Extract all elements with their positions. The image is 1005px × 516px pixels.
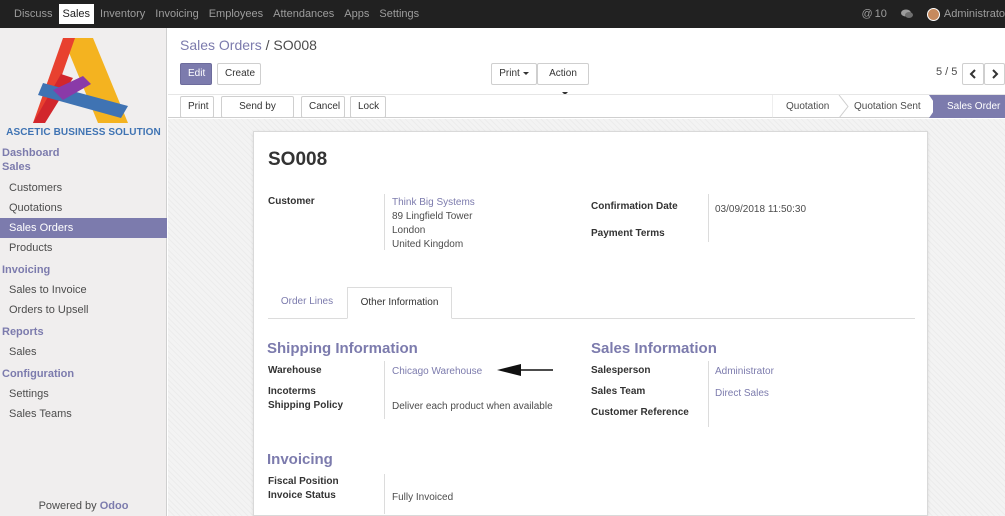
- create-button[interactable]: Create: [217, 63, 261, 85]
- user-name: Administrato: [943, 8, 1005, 20]
- menu-settings[interactable]: Settings: [375, 4, 423, 24]
- sidebar-item-quotations[interactable]: Quotations: [0, 198, 167, 218]
- invoice-status-label: Invoice Status: [268, 490, 336, 501]
- menu-discuss[interactable]: Discuss: [10, 4, 57, 24]
- activity-count: 10: [874, 8, 887, 20]
- menu-inventory[interactable]: Inventory: [96, 4, 149, 24]
- address-line-2: London: [392, 225, 426, 236]
- sidebar: ASCETIC BUSINESS SOLUTION Dashboard Sale…: [0, 28, 167, 516]
- shipping-policy-value[interactable]: Deliver each product when available: [392, 400, 553, 414]
- stage-quotation-sent[interactable]: Quotation Sent: [854, 95, 921, 118]
- customer-link[interactable]: Think Big Systems: [392, 196, 475, 210]
- sidebar-nav: Dashboard Sales Customers Quotations Sal…: [0, 146, 167, 424]
- breadcrumb: Sales Orders / SO008: [180, 37, 317, 53]
- field-separator: [708, 361, 709, 427]
- company-logo: [33, 38, 128, 123]
- cancel-button[interactable]: Cancel: [301, 96, 345, 118]
- sidebar-item-settings[interactable]: Settings: [0, 384, 167, 404]
- action-dropdown[interactable]: Action: [537, 63, 589, 95]
- record-title: SO008: [268, 149, 328, 170]
- powered-prefix: Powered by: [38, 500, 100, 512]
- customer-label: Customer: [268, 196, 315, 207]
- address-line-3: United Kingdom: [392, 239, 464, 250]
- incoterms-label: Incoterms: [268, 386, 316, 397]
- sales-information-heading: Sales Information: [591, 340, 717, 357]
- top-navbar: Discuss Sales Inventory Invoicing Employ…: [0, 0, 1005, 28]
- sidebar-item-sales-orders[interactable]: Sales Orders: [0, 218, 167, 238]
- app-menu: Discuss Sales Inventory Invoicing Employ…: [10, 0, 425, 28]
- field-separator: [384, 194, 385, 250]
- field-separator: [384, 361, 385, 419]
- warehouse-link[interactable]: Chicago Warehouse: [392, 365, 482, 379]
- invoice-status-value: Fully Invoiced: [392, 492, 454, 503]
- shipping-policy-label: Shipping Policy: [268, 400, 344, 411]
- annotation-arrow-icon: [497, 364, 553, 376]
- caret-down-icon: [522, 71, 529, 75]
- chevron-left-icon: [969, 69, 976, 79]
- send-by-email-button[interactable]: Send by Email: [221, 96, 294, 132]
- sidebar-section-invoicing[interactable]: Invoicing: [0, 263, 167, 277]
- systray: @ 10 Administrato: [861, 0, 1005, 28]
- chat-icon[interactable]: [900, 9, 913, 19]
- next-record-button[interactable]: [984, 63, 1005, 85]
- warehouse-label: Warehouse: [268, 365, 322, 376]
- payment-terms-label: Payment Terms: [591, 228, 665, 239]
- breadcrumb-current: SO008: [273, 37, 317, 53]
- menu-sales[interactable]: Sales: [58, 4, 95, 24]
- print-dropdown-label: Print: [499, 68, 520, 79]
- tab-order-lines[interactable]: Order Lines: [268, 287, 346, 319]
- salesperson-link[interactable]: Administrator: [715, 365, 774, 379]
- odoo-link[interactable]: Odoo: [100, 500, 129, 512]
- company-name: ASCETIC BUSINESS SOLUTION: [6, 127, 161, 138]
- sales-team-link[interactable]: Direct Sales: [715, 387, 769, 401]
- powered-by: Powered by Odoo: [0, 500, 167, 512]
- sidebar-section-sales[interactable]: Sales: [0, 160, 167, 174]
- sidebar-item-reports-sales[interactable]: Sales: [0, 342, 167, 362]
- sidebar-section-configuration[interactable]: Configuration: [0, 367, 167, 381]
- menu-apps[interactable]: Apps: [340, 4, 373, 24]
- stage-sales-order: Sales Order: [933, 95, 1005, 118]
- status-bar: Print Send by Email Cancel Lock Quotatio…: [168, 94, 1005, 132]
- menu-attendances[interactable]: Attendances: [269, 4, 338, 24]
- sidebar-item-orders-to-upsell[interactable]: Orders to Upsell: [0, 300, 167, 320]
- fiscal-position-label: Fiscal Position: [268, 476, 339, 487]
- edit-button[interactable]: Edit: [180, 63, 212, 85]
- field-separator: [708, 194, 709, 242]
- sidebar-section-dashboard[interactable]: Dashboard: [0, 146, 167, 160]
- field-separator: [384, 474, 385, 514]
- sidebar-item-sales-to-invoice[interactable]: Sales to Invoice: [0, 280, 167, 300]
- salesperson-label: Salesperson: [591, 365, 651, 376]
- chevron-right-icon: [991, 69, 998, 79]
- sidebar-item-products[interactable]: Products: [0, 238, 167, 258]
- invoicing-heading: Invoicing: [267, 451, 333, 468]
- confirmation-date-label: Confirmation Date: [591, 201, 678, 212]
- confirmation-date-value[interactable]: 03/09/2018 11:50:30: [715, 203, 806, 217]
- previous-record-button[interactable]: [962, 63, 984, 85]
- stage-quotation[interactable]: Quotation: [786, 95, 829, 118]
- tab-other-information[interactable]: Other Information: [347, 287, 452, 319]
- shipping-information-heading: Shipping Information: [267, 340, 418, 357]
- breadcrumb-sales-orders[interactable]: Sales Orders: [180, 37, 262, 53]
- customer-reference-label: Customer Reference: [591, 407, 689, 418]
- lock-button[interactable]: Lock: [350, 96, 386, 118]
- menu-employees[interactable]: Employees: [205, 4, 267, 24]
- pager-value[interactable]: 5 / 5: [936, 66, 957, 78]
- menu-invoicing[interactable]: Invoicing: [151, 4, 202, 24]
- form-sheet: SO008 Customer Think Big Systems 89 Ling…: [253, 131, 928, 516]
- sidebar-item-customers[interactable]: Customers: [0, 178, 167, 198]
- print-button[interactable]: Print: [180, 96, 214, 118]
- sales-team-label: Sales Team: [591, 386, 646, 397]
- sidebar-item-sales-teams[interactable]: Sales Teams: [0, 404, 167, 424]
- action-dropdown-label: Action: [549, 68, 577, 79]
- at-icon: @: [861, 8, 873, 20]
- activity-counter[interactable]: @ 10: [861, 8, 886, 20]
- avatar: [926, 7, 940, 21]
- sidebar-section-reports[interactable]: Reports: [0, 325, 167, 339]
- user-menu[interactable]: Administrato: [926, 7, 1005, 21]
- breadcrumb-separator: /: [261, 37, 274, 53]
- print-dropdown[interactable]: Print: [491, 63, 537, 85]
- address-line-1: 89 Lingfield Tower: [392, 211, 473, 222]
